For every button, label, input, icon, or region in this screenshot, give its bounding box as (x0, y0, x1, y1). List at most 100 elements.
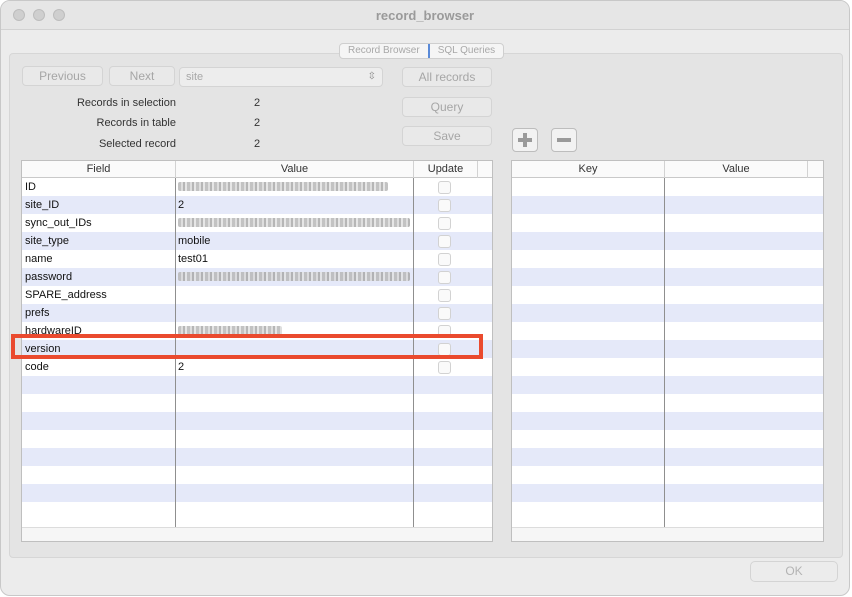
redacted-value (178, 182, 388, 191)
records-in-selection-label: Records in selection (76, 97, 176, 109)
column-divider (664, 178, 665, 527)
field-value-cell[interactable] (178, 214, 410, 232)
update-checkbox[interactable] (438, 217, 451, 230)
update-checkbox[interactable] (438, 235, 451, 248)
records-in-table-label: Records in table (96, 117, 177, 129)
add-row-button[interactable] (512, 128, 538, 152)
column-header-field[interactable]: Field (22, 161, 176, 178)
tab-bar: Record Browser SQL Queries (339, 43, 505, 59)
update-checkbox[interactable] (438, 307, 451, 320)
field-value-cell[interactable] (178, 268, 410, 286)
tab-record-browser[interactable]: Record Browser (340, 44, 428, 58)
ok-button[interactable]: OK (750, 561, 838, 582)
field-value-cell[interactable] (178, 286, 410, 304)
update-checkbox[interactable] (438, 199, 451, 212)
table-select[interactable]: site ⇳ (179, 67, 383, 87)
table-row[interactable]: SPARE_address (22, 286, 492, 304)
key-value-table[interactable]: Key Value (511, 160, 824, 542)
column-header-value[interactable]: Value (176, 161, 414, 178)
table-row[interactable] (22, 376, 492, 394)
table-row[interactable] (512, 448, 823, 466)
field-value-cell[interactable] (178, 304, 410, 322)
title-bar: record_browser (1, 1, 849, 30)
next-button[interactable]: Next (109, 66, 175, 86)
table-row[interactable] (512, 286, 823, 304)
table-row[interactable] (512, 178, 823, 196)
record-table-header: Field Value Update (22, 161, 492, 178)
table-row[interactable] (512, 412, 823, 430)
field-name-cell: site_type (25, 235, 70, 247)
key-value-table-header: Key Value (512, 161, 823, 178)
table-row[interactable]: name test01 (22, 250, 492, 268)
update-checkbox[interactable] (438, 361, 451, 374)
update-checkbox[interactable] (438, 271, 451, 284)
window-title: record_browser (375, 8, 475, 23)
query-button[interactable]: Query (402, 97, 492, 117)
all-records-button[interactable]: All records (402, 67, 492, 87)
selected-record-label: Selected record (98, 138, 176, 150)
table-row[interactable]: ID (22, 178, 492, 196)
highlight-annotation (11, 334, 483, 359)
table-row[interactable] (512, 466, 823, 484)
table-row[interactable] (512, 394, 823, 412)
field-value-cell[interactable] (178, 178, 410, 196)
table-row[interactable] (22, 430, 492, 448)
save-button[interactable]: Save (402, 126, 492, 146)
field-name-cell: site_ID (25, 199, 60, 211)
field-value-cell[interactable]: mobile (178, 232, 410, 250)
update-checkbox[interactable] (438, 289, 451, 302)
horizontal-scrollbar[interactable] (22, 527, 492, 541)
tab-sql-queries[interactable]: SQL Queries (427, 44, 503, 58)
table-row[interactable] (22, 484, 492, 502)
field-value-cell[interactable]: 2 (178, 196, 410, 214)
column-header-kv-value[interactable]: Value (665, 161, 808, 178)
chevron-up-down-icon: ⇳ (367, 71, 376, 82)
redacted-value (178, 218, 410, 227)
redacted-value (178, 272, 410, 281)
table-row[interactable] (22, 412, 492, 430)
table-row[interactable] (512, 304, 823, 322)
table-row[interactable] (512, 268, 823, 286)
record-browser-window: record_browser Record Browser SQL Querie… (0, 0, 850, 596)
field-name-cell: code (25, 361, 49, 373)
table-row[interactable] (512, 502, 823, 520)
table-row[interactable]: password (22, 268, 492, 286)
table-row[interactable] (22, 448, 492, 466)
table-row[interactable]: sync_out_IDs (22, 214, 492, 232)
records-in-table-value: 2 (254, 117, 261, 129)
horizontal-scrollbar[interactable] (512, 527, 823, 541)
table-row[interactable]: site_ID 2 (22, 196, 492, 214)
table-row[interactable] (512, 484, 823, 502)
remove-row-button[interactable] (551, 128, 577, 152)
plus-icon (518, 133, 532, 147)
table-row[interactable] (512, 376, 823, 394)
update-checkbox[interactable] (438, 253, 451, 266)
table-row[interactable] (512, 322, 823, 340)
field-value-cell[interactable]: 2 (178, 358, 410, 376)
selected-record-value: 2 (254, 138, 261, 150)
field-name-cell: SPARE_address (25, 289, 107, 301)
table-row[interactable] (512, 430, 823, 448)
table-row[interactable] (512, 232, 823, 250)
key-value-table-body (512, 178, 823, 520)
table-row[interactable] (22, 466, 492, 484)
table-row[interactable] (22, 394, 492, 412)
records-in-selection-value: 2 (254, 97, 261, 109)
table-row[interactable] (22, 502, 492, 520)
table-row[interactable]: code 2 (22, 358, 492, 376)
table-row[interactable]: prefs (22, 304, 492, 322)
table-row[interactable] (512, 340, 823, 358)
table-row[interactable] (512, 196, 823, 214)
column-header-update[interactable]: Update (414, 161, 478, 178)
update-checkbox[interactable] (438, 181, 451, 194)
column-header-key[interactable]: Key (512, 161, 665, 178)
table-row[interactable] (512, 358, 823, 376)
field-value-cell[interactable]: test01 (178, 250, 410, 268)
field-name-cell: name (25, 253, 53, 265)
table-row[interactable] (512, 214, 823, 232)
table-row[interactable] (512, 250, 823, 268)
previous-button[interactable]: Previous (22, 66, 103, 86)
table-row[interactable]: site_type mobile (22, 232, 492, 250)
field-name-cell: prefs (25, 307, 50, 319)
table-select-value: site (186, 71, 204, 83)
